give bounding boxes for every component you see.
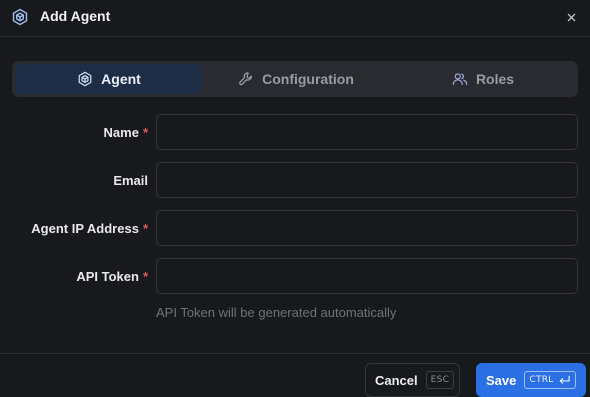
name-row: Name * [0,114,590,150]
tab-agent[interactable]: Agent [16,64,202,94]
save-button-label: Save [486,372,517,388]
dialog-footer: Cancel ESC Save CTRL [0,353,590,397]
ctrl-enter-shortcut-badge: CTRL [524,371,576,389]
required-mark: * [142,268,148,284]
ip-address-input[interactable] [156,210,578,246]
name-input[interactable] [156,114,578,150]
api-token-hint: API Token will be generated automaticall… [156,305,397,320]
tab-configuration-label: Configuration [262,71,354,87]
dialog-header: Add Agent [0,0,590,37]
agent-hexagon-icon [78,71,92,87]
esc-shortcut-badge: ESC [425,371,455,389]
email-input[interactable] [156,162,578,198]
tab-configuration[interactable]: Configuration [202,64,390,94]
agent-hexagon-icon [11,8,29,26]
api-token-input[interactable] [156,258,578,294]
name-label: Name * [103,124,148,140]
users-icon [452,73,468,85]
api-token-label: API Token * [76,268,148,284]
enter-key-icon [559,375,570,384]
cancel-button-label: Cancel [375,372,418,388]
api-token-row: API Token * [0,258,590,294]
ip-address-row: Agent IP Address * [0,210,590,246]
dialog-title: Add Agent [40,8,111,24]
tab-roles[interactable]: Roles [390,64,576,94]
save-button[interactable]: Save CTRL [476,363,586,397]
required-mark: * [142,124,148,140]
wrench-icon [239,72,253,86]
cancel-button[interactable]: Cancel ESC [365,363,460,397]
close-button[interactable] [562,8,580,26]
close-icon [567,13,575,21]
email-label: Email [113,172,148,188]
add-agent-dialog: Add Agent Agent Configuration Roles Name… [0,0,590,397]
email-row: Email [0,162,590,198]
required-mark: * [142,220,148,236]
tab-bar: Agent Configuration Roles [12,61,578,97]
tab-roles-label: Roles [475,71,515,87]
ip-address-label: Agent IP Address * [31,220,148,236]
tab-agent-label: Agent [101,71,141,87]
